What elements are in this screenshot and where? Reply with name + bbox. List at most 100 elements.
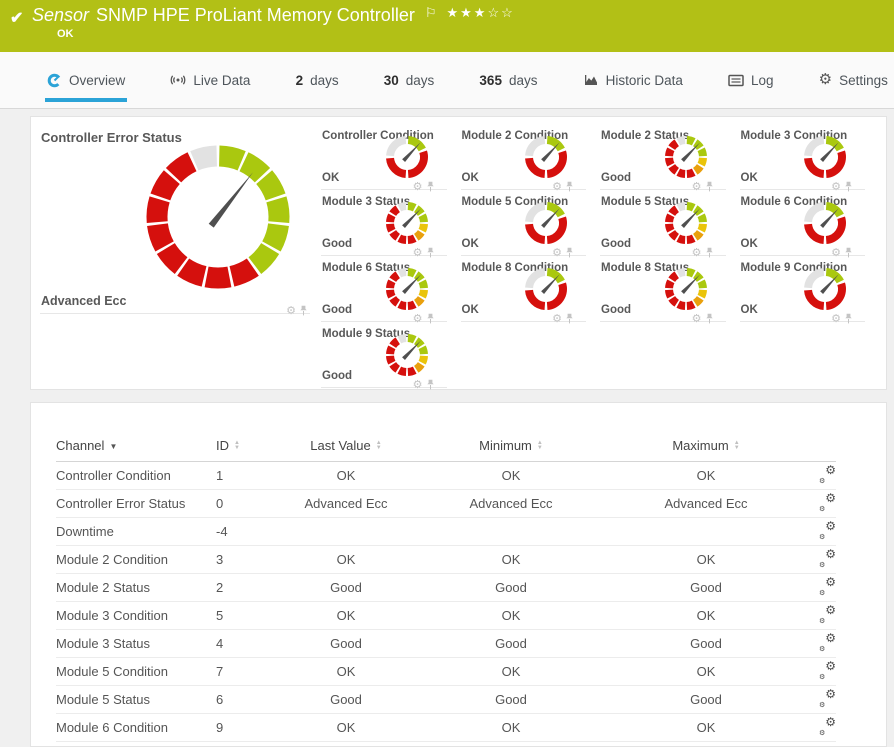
channel-settings-icon[interactable]: ⚙ ⚙ [819, 491, 836, 513]
gear-icon[interactable]: ⚙ [286, 306, 296, 317]
table-row[interactable]: Module 5 Condition 7 OK OK OK ⚙ ⚙ [56, 657, 836, 686]
column-label: Maximum [672, 437, 729, 453]
channel-settings-icon[interactable]: ⚙ ⚙ [819, 463, 836, 485]
minimum-value: OK [401, 601, 621, 630]
sensor-header: ✔ Sensor SNMP HPE ProLiant Memory Contro… [0, 0, 894, 52]
channel-settings-icon[interactable]: ⚙ ⚙ [819, 519, 836, 541]
channel-settings-icon[interactable]: ⚙ ⚙ [819, 659, 836, 681]
tab-log[interactable]: Log [726, 59, 776, 102]
tab-historic-data[interactable]: Historic Data [581, 59, 685, 102]
maximum-value: OK [621, 713, 791, 742]
column-header-channel[interactable]: Channel ▼ [56, 429, 216, 462]
gauge-tile-large[interactable]: Controller Error Status Advanced Ecc ⚙ [40, 124, 310, 317]
last-value: Good [291, 629, 401, 658]
column-header-minimum[interactable]: Minimum ▲ ▼ [401, 429, 621, 462]
gear-icon: ⚙ [818, 71, 833, 88]
priority-stars[interactable]: ★★★☆☆ [446, 5, 514, 21]
channel-settings-icon[interactable]: ⚙ ⚙ [819, 715, 836, 737]
channel-name: Controller Condition [56, 461, 216, 490]
channel-id: 9 [216, 713, 291, 742]
channel-name: Module 5 Condition [56, 657, 216, 686]
gauge-tile[interactable]: Module 8 Status Good ⚙ [600, 256, 740, 325]
tab-settings[interactable]: ⚙ Settings [817, 59, 890, 102]
tab-label: Live Data [193, 72, 251, 88]
table-row[interactable]: Downtime -4 ⚙ ⚙ [56, 517, 836, 546]
gear-icon[interactable]: ⚙ [831, 314, 841, 325]
minimum-value: Good [401, 629, 621, 658]
tab-days-2[interactable]: 2 days [294, 59, 341, 102]
channel-settings-icon[interactable]: ⚙ ⚙ [819, 631, 836, 653]
gauge-tile[interactable]: Module 5 Status Good ⚙ [600, 190, 740, 259]
pin-icon[interactable] [565, 313, 574, 324]
table-row[interactable]: Module 6 Condition 9 OK OK OK ⚙ ⚙ [56, 713, 836, 742]
gauge-dial [385, 268, 428, 310]
table-row[interactable]: Module 3 Status 4 Good Good Good ⚙ ⚙ [56, 629, 836, 658]
column-label: Last Value [310, 437, 371, 453]
pin-icon[interactable] [299, 305, 308, 316]
gauge-dial [385, 334, 428, 376]
log-icon [728, 74, 744, 87]
maximum-value: Good [621, 573, 791, 602]
channel-settings-icon[interactable]: ⚙ ⚙ [819, 547, 836, 569]
maximum-value: Good [621, 685, 791, 714]
gear-icon[interactable]: ⚙ [692, 314, 702, 325]
gauge-tile[interactable]: Module 3 Condition OK ⚙ [739, 124, 880, 193]
column-header-maximum[interactable]: Maximum ▲ ▼ [621, 429, 791, 462]
tab-live-data[interactable]: Live Data [168, 59, 252, 102]
gauge-tile[interactable]: Module 2 Condition OK ⚙ [460, 124, 601, 193]
gauge-value: Good [322, 304, 353, 316]
flag-icon[interactable]: ⚐ [425, 5, 437, 21]
tile-actions: ⚙ [831, 313, 853, 325]
gauge-value: Advanced Ecc [41, 294, 127, 308]
minimum-value: Good [401, 573, 621, 602]
page-title: SNMP HPE ProLiant Memory Controller [96, 5, 415, 25]
pin-icon[interactable] [705, 313, 714, 324]
channel-id: -4 [216, 517, 291, 546]
gauge-tile[interactable]: Module 9 Status Good ⚙ [321, 322, 461, 391]
gauge-dial [385, 136, 428, 178]
pin-icon[interactable] [844, 313, 853, 324]
tab-label: days [405, 72, 435, 88]
channels-panel: Channel ▼ ID ▲ ▼ Last Value ▲ ▼ Minimum ▲ ▼ Maximum… [30, 402, 887, 747]
gauge-tile[interactable]: Module 3 Status Good ⚙ [321, 190, 461, 259]
gauges-panel: Controller Error Status Advanced Ecc ⚙ C… [30, 116, 887, 391]
gauge-tile[interactable]: Module 8 Condition OK ⚙ [460, 256, 601, 325]
channel-settings-icon[interactable]: ⚙ ⚙ [819, 575, 836, 597]
table-row[interactable]: Module 2 Condition 3 OK OK OK ⚙ ⚙ [56, 545, 836, 574]
gauge-dial [664, 268, 707, 310]
gauge-tile[interactable]: Controller Condition OK ⚙ [321, 124, 461, 193]
last-value: OK [291, 657, 401, 686]
gauge-tile[interactable]: Module 5 Condition OK ⚙ [460, 190, 601, 259]
gear-icon[interactable]: ⚙ [552, 314, 562, 325]
channel-settings-icon[interactable]: ⚙ ⚙ [819, 687, 836, 709]
tab-bar: Overview Live Data 2 days 30 days 365 days Histo… [0, 52, 894, 109]
tab-days-30[interactable]: 30 days [382, 59, 437, 102]
gauge-tile[interactable]: Module 9 Condition OK ⚙ [739, 256, 880, 325]
gauge-tile[interactable]: Module 6 Status Good ⚙ [321, 256, 461, 325]
tab-days-365[interactable]: 365 days [477, 59, 539, 102]
gauge-dial [664, 202, 707, 244]
gauge-dial [804, 202, 846, 244]
table-row[interactable]: Module 5 Status 6 Good Good Good ⚙ ⚙ [56, 685, 836, 714]
table-row[interactable]: Module 2 Status 2 Good Good Good ⚙ ⚙ [56, 573, 836, 602]
table-row[interactable]: Controller Error Status 0 Advanced Ecc Adva… [56, 489, 836, 518]
column-header-id[interactable]: ID ▲ ▼ [216, 429, 291, 462]
tab-overview[interactable]: Overview [45, 59, 128, 102]
channel-settings-icon[interactable]: ⚙ ⚙ [819, 603, 836, 625]
gauge-tile[interactable]: Module 6 Condition OK ⚙ [739, 190, 880, 259]
gauge-dial [385, 202, 428, 244]
last-value: Good [291, 685, 401, 714]
pin-icon[interactable] [426, 379, 435, 390]
minimum-value: OK [401, 657, 621, 686]
gauge-dial [804, 136, 846, 178]
gauge-tile[interactable]: Module 2 Status Good ⚙ [600, 124, 740, 193]
column-header-last-value[interactable]: Last Value ▲ ▼ [291, 429, 401, 462]
column-label: Channel [56, 437, 105, 453]
table-row[interactable]: Module 3 Condition 5 OK OK OK ⚙ ⚙ [56, 601, 836, 630]
gear-icon[interactable]: ⚙ [413, 380, 423, 391]
channel-name: Module 2 Status [56, 573, 216, 602]
gauge-value: OK [740, 172, 758, 184]
sort-toggle-icon: ▲ ▼ [375, 440, 382, 452]
table-row[interactable]: Controller Condition 1 OK OK OK ⚙ ⚙ [56, 461, 836, 490]
gauge-value: Good [601, 304, 632, 316]
